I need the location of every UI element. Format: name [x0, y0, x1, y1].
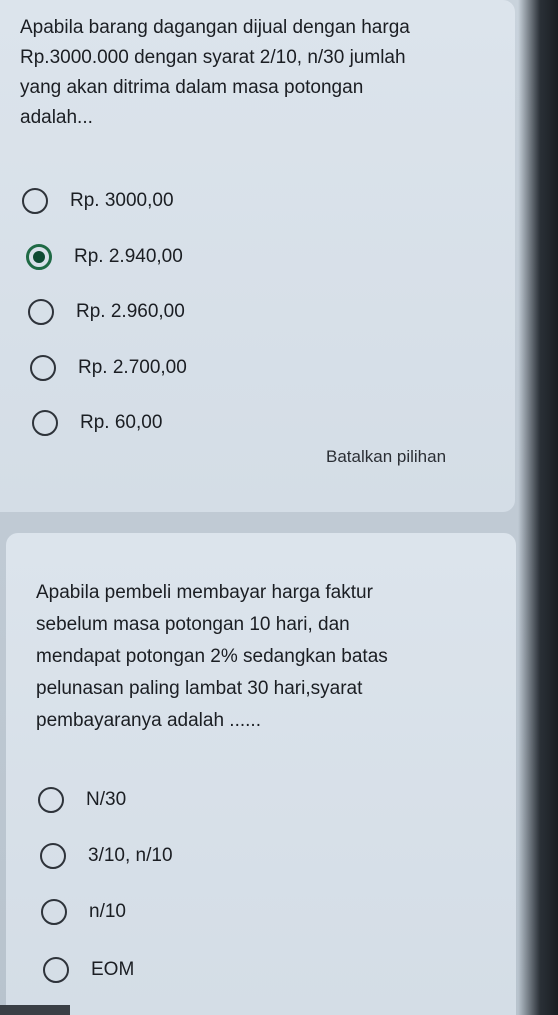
radio-selected-icon[interactable]: [26, 244, 52, 270]
question-text: Apabila pembeli membayar harga faktur se…: [36, 582, 388, 731]
option-3-10-n10[interactable]: 3/10, n/10: [40, 843, 173, 869]
radio-icon[interactable]: [28, 299, 54, 325]
clear-selection-button[interactable]: Batalkan pilihan: [326, 447, 446, 467]
option-label: Rp. 2.700,00: [78, 357, 187, 378]
radio-icon[interactable]: [43, 957, 69, 983]
option-n30[interactable]: N/30: [38, 787, 126, 813]
option-label: 3/10, n/10: [88, 845, 173, 866]
option-label: N/30: [86, 789, 127, 810]
option-rp-2700[interactable]: Rp. 2.700,00: [30, 355, 187, 381]
radio-icon[interactable]: [30, 355, 56, 381]
option-n10[interactable]: n/10: [41, 899, 126, 925]
radio-icon[interactable]: [40, 843, 66, 869]
option-label: Rp. 2.960,00: [76, 301, 185, 322]
option-label: n/10: [89, 901, 126, 922]
radio-icon[interactable]: [22, 188, 48, 214]
background-edge: [518, 0, 558, 1015]
option-label: EOM: [91, 959, 135, 980]
option-label: Rp. 3000,00: [70, 190, 174, 211]
radio-icon[interactable]: [41, 899, 67, 925]
question-text: Apabila barang dagangan dijual dengan ha…: [20, 17, 410, 128]
option-rp-3000[interactable]: Rp. 3000,00: [22, 188, 174, 214]
option-rp-60[interactable]: Rp. 60,00: [32, 410, 162, 436]
option-label: Rp. 2.940,00: [74, 246, 183, 267]
option-eom[interactable]: EOM: [43, 957, 134, 983]
question-card-2: Apabila pembeli membayar harga faktur se…: [6, 533, 516, 1015]
option-rp-2960[interactable]: Rp. 2.960,00: [28, 299, 185, 325]
option-rp-2940[interactable]: Rp. 2.940,00: [26, 244, 183, 270]
radio-icon[interactable]: [38, 787, 64, 813]
bottom-edge: [0, 1005, 70, 1015]
question-card-1: Apabila barang dagangan dijual dengan ha…: [0, 0, 515, 512]
radio-icon[interactable]: [32, 410, 58, 436]
option-label: Rp. 60,00: [80, 412, 163, 433]
